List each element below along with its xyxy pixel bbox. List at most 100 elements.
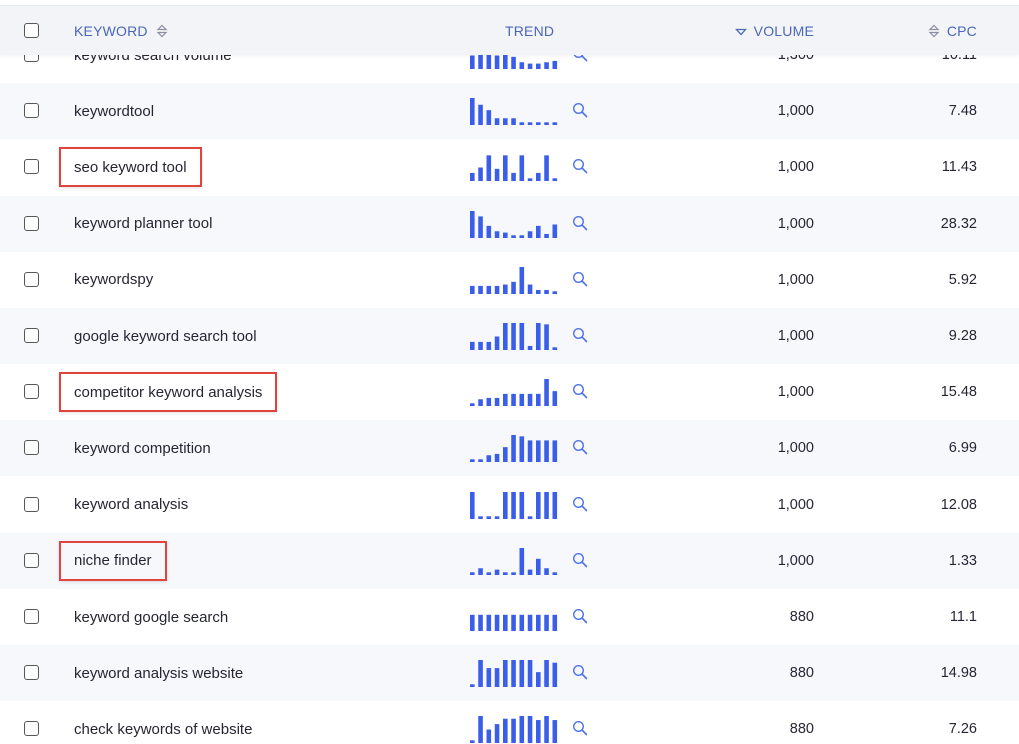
volume-header-label: VOLUME: [753, 23, 814, 39]
search-icon[interactable]: [572, 608, 588, 624]
trend-bar: [486, 341, 492, 350]
trend-bar: [511, 719, 516, 744]
trend-bar: [536, 491, 541, 519]
trend-bar: [552, 60, 558, 69]
trend-bar: [536, 394, 541, 407]
search-icon[interactable]: [572, 720, 588, 736]
cpc-column-header[interactable]: CPC: [928, 6, 977, 56]
search-icon[interactable]: [572, 496, 588, 512]
row-checkbox[interactable]: [24, 552, 39, 568]
keyword-cell[interactable]: keyword planner tool: [74, 196, 212, 252]
row-checkbox[interactable]: [24, 103, 39, 119]
search-icon[interactable]: [572, 215, 588, 231]
row-checkbox[interactable]: [24, 215, 39, 231]
table-row[interactable]: keywordtool 1,000 7.48: [0, 83, 1019, 140]
table-row[interactable]: keyword google search 880 11.1: [0, 589, 1019, 645]
search-icon[interactable]: [572, 552, 588, 568]
row-checkbox[interactable]: [24, 609, 39, 624]
keyword-cell[interactable]: google keyword search tool: [74, 308, 257, 364]
search-icon[interactable]: [572, 439, 588, 455]
row-checkbox[interactable]: [24, 328, 39, 343]
keyword-cell[interactable]: keyword analysis website: [74, 645, 243, 701]
trend-bar: [519, 122, 525, 126]
trend-bar: [552, 491, 558, 519]
trend-bar: [486, 398, 492, 407]
trend-bar: [511, 614, 516, 631]
trend-bar: [527, 230, 533, 238]
trend-bar: [544, 233, 549, 238]
trend-bar: [470, 684, 475, 688]
trend-bar: [503, 394, 508, 407]
table-row[interactable]: keyword analysis 1,000 12.08: [0, 477, 1019, 533]
select-all-checkbox[interactable]: [24, 23, 39, 38]
row-checkbox[interactable]: [24, 496, 39, 512]
keyword-cell[interactable]: keywordtool: [74, 83, 154, 139]
trend-bar: [470, 740, 475, 744]
trend-bar: [519, 234, 525, 238]
cpc-cell: 14.98: [940, 665, 977, 682]
keyword-cell[interactable]: keyword google search: [74, 589, 228, 645]
row-checkbox[interactable]: [24, 159, 39, 175]
trend-bar: [519, 491, 525, 519]
row-checkbox[interactable]: [24, 271, 39, 287]
sort-both-icon[interactable]: [156, 24, 168, 38]
row-checkbox[interactable]: [24, 440, 39, 456]
table-row[interactable]: check keywords of website 880 7.26: [0, 701, 1019, 744]
trend-bar: [544, 440, 549, 463]
keyword-column-header[interactable]: KEYWORD: [74, 6, 168, 56]
keyword-cell[interactable]: keywordspy: [74, 252, 153, 308]
table-row[interactable]: keywordspy 1,000 5.92: [0, 252, 1019, 308]
trend-bar: [511, 323, 516, 350]
row-checkbox[interactable]: [24, 384, 39, 400]
trend-bar: [478, 515, 483, 519]
trend-bar: [544, 660, 549, 688]
table-row[interactable]: keyword competition 1,000 6.99: [0, 420, 1019, 477]
trend-bar: [470, 173, 475, 182]
trend-sparkline: [470, 379, 558, 407]
search-icon[interactable]: [572, 383, 588, 399]
trend-bar: [552, 178, 558, 182]
trend-bar: [478, 285, 483, 294]
trend-bar: [478, 167, 483, 182]
trend-bar: [519, 266, 525, 294]
table-row[interactable]: keyword planner tool 1,000 28.32: [0, 195, 1019, 252]
search-icon[interactable]: [572, 664, 588, 680]
sort-descending-icon[interactable]: [734, 24, 747, 38]
trend-bar: [519, 436, 525, 463]
trend-bar: [536, 440, 541, 463]
trend-bar: [494, 118, 500, 126]
table-row[interactable]: seo keyword tool 1,000 11.43: [0, 139, 1019, 195]
search-icon[interactable]: [572, 271, 588, 287]
table-row[interactable]: competitor keyword analysis 1,000 15.48: [0, 364, 1019, 420]
search-icon[interactable]: [572, 327, 588, 343]
trend-bar: [544, 122, 549, 126]
trend-bar: [544, 324, 549, 350]
trend-bar: [486, 110, 492, 126]
search-icon[interactable]: [572, 158, 588, 174]
trend-bar: [511, 173, 516, 182]
trend-bar: [552, 347, 558, 350]
trend-bar: [511, 435, 516, 463]
keyword-cell[interactable]: keyword competition: [74, 420, 211, 476]
table-row[interactable]: niche finder 1,000 1.33: [0, 532, 1019, 589]
keyword-cell[interactable]: check keywords of website: [74, 701, 252, 744]
table-row[interactable]: google keyword search tool 1,000 9.28: [0, 308, 1019, 364]
table-row[interactable]: keyword analysis website 880 14.98: [0, 645, 1019, 702]
trend-bar: [486, 155, 492, 182]
search-icon[interactable]: [572, 102, 588, 118]
trend-bar: [494, 569, 500, 575]
trend-bar: [536, 558, 541, 575]
trend-bar: [486, 515, 492, 519]
volume-column-header[interactable]: VOLUME: [734, 6, 814, 56]
trend-bar: [503, 719, 508, 744]
cpc-cell: 11.43: [941, 159, 977, 176]
sort-both-icon[interactable]: [928, 24, 940, 38]
keyword-cell[interactable]: keyword analysis: [74, 477, 188, 533]
row-checkbox[interactable]: [24, 721, 39, 737]
row-checkbox[interactable]: [24, 665, 39, 681]
trend-bar: [552, 391, 558, 407]
cpc-cell: 28.32: [940, 215, 977, 232]
trend-bar: [503, 323, 508, 350]
keyword-header-label: KEYWORD: [74, 23, 148, 39]
trend-bar: [486, 572, 492, 575]
